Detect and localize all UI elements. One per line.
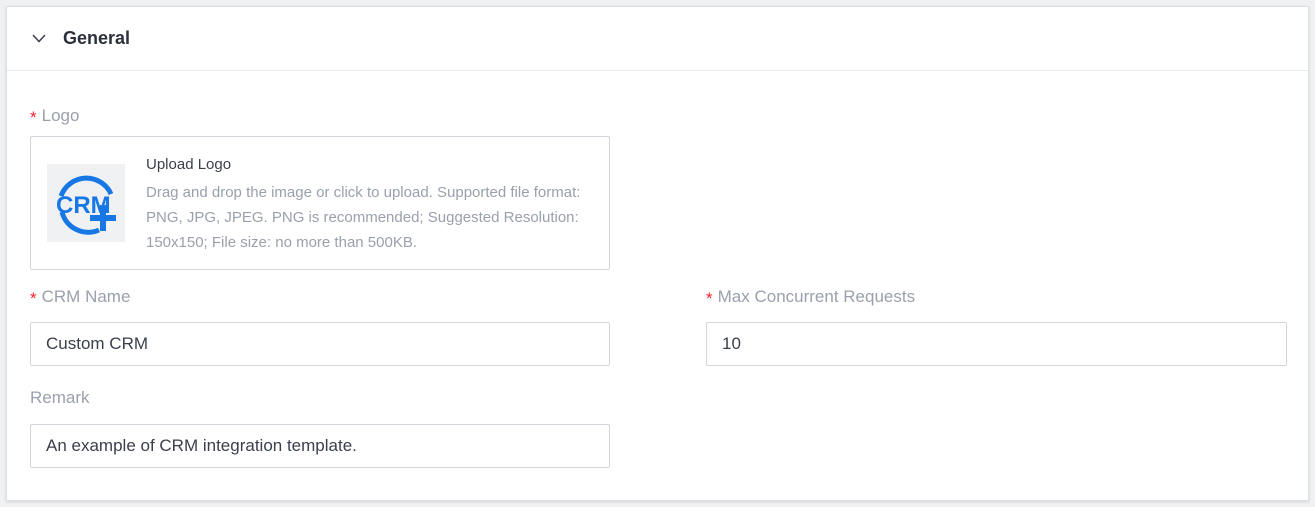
crm-name-label-text: CRM Name [41,287,131,306]
remark-input[interactable] [30,424,610,468]
crm-name-label: * CRM Name [30,287,131,308]
required-mark: * [30,108,37,127]
remark-label-text: Remark [30,388,90,407]
logo-upload-area[interactable]: CRM Upload Logo Drag and drop the image … [30,136,610,270]
remark-label: Remark [30,388,90,408]
required-mark: * [30,289,37,308]
required-mark: * [706,289,713,308]
section-title: General [63,28,131,48]
max-concurrent-label-text: Max Concurrent Requests [717,287,916,306]
crm-name-input[interactable] [30,322,610,366]
max-concurrent-input[interactable] [706,322,1287,366]
chevron-down-icon[interactable] [31,31,47,47]
logo-label-text: Logo [41,106,80,125]
section-header[interactable]: General [7,7,1308,71]
upload-description: Drag and drop the image or click to uplo… [146,184,581,251]
max-concurrent-label: * Max Concurrent Requests [706,287,916,308]
logo-preview: CRM [47,164,125,242]
general-settings-card: General * Logo CRM Upload Logo Drag and … [6,6,1309,501]
upload-title: Upload Logo [146,156,232,173]
crm-plus-logo-icon: CRM [56,175,116,235]
logo-label: * Logo [30,106,80,127]
